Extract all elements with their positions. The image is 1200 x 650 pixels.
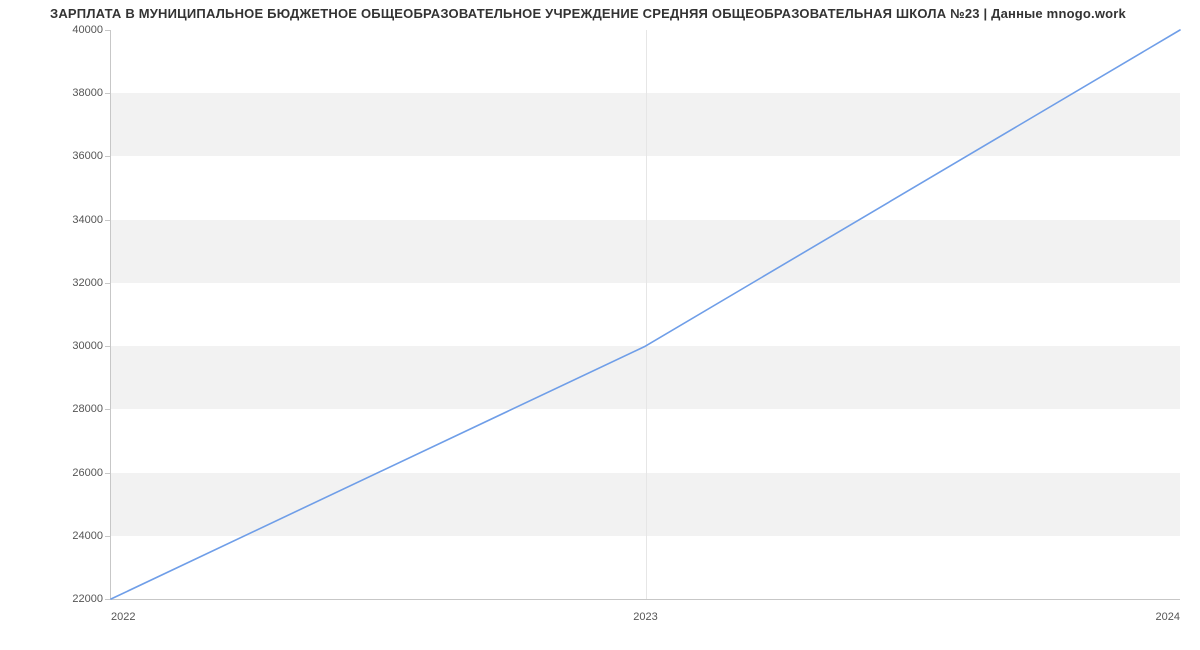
y-tick-label: 30000 (53, 340, 103, 352)
y-tick-label: 36000 (53, 150, 103, 162)
y-tick-label: 32000 (53, 277, 103, 289)
y-tick-label: 26000 (53, 467, 103, 479)
y-tick-label: 22000 (53, 593, 103, 605)
y-tick-label: 24000 (53, 530, 103, 542)
chart-container: ЗАРПЛАТА В МУНИЦИПАЛЬНОЕ БЮДЖЕТНОЕ ОБЩЕО… (0, 0, 1200, 650)
y-tick-label: 28000 (53, 403, 103, 415)
y-tick-label: 34000 (53, 214, 103, 226)
x-tick-label: 2024 (1156, 611, 1180, 623)
y-tick-label: 40000 (53, 24, 103, 36)
plot-area: 2200024000260002800030000320003400036000… (110, 30, 1180, 600)
x-tick-label: 2023 (633, 611, 657, 623)
chart-title: ЗАРПЛАТА В МУНИЦИПАЛЬНОЕ БЮДЖЕТНОЕ ОБЩЕО… (50, 6, 1180, 21)
y-tick-label: 38000 (53, 87, 103, 99)
series-line (111, 30, 1180, 599)
x-tick-label: 2022 (111, 611, 135, 623)
line-layer (111, 30, 1180, 599)
